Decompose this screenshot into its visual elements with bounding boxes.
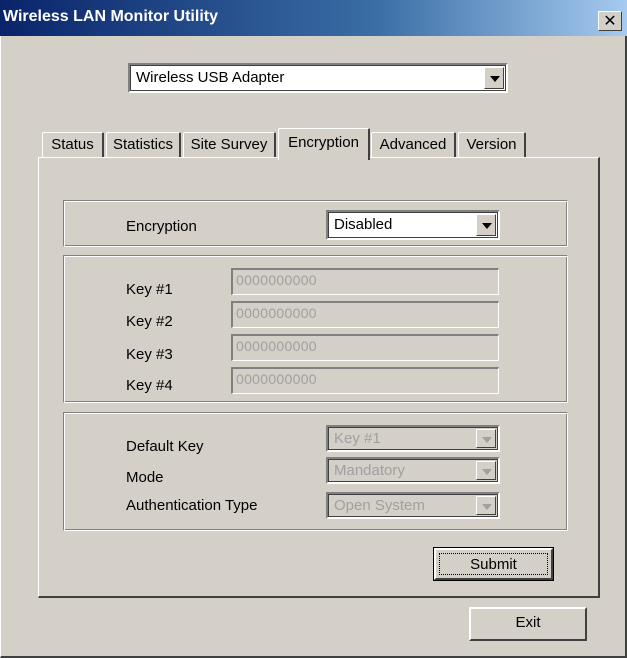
mode-select-value: Mandatory bbox=[334, 462, 405, 479]
submit-button-label: Submit bbox=[439, 553, 548, 575]
encryption-select[interactable]: Disabled bbox=[326, 210, 500, 240]
close-button[interactable]: ✕ bbox=[598, 11, 622, 31]
default-key-select-value: Key #1 bbox=[334, 430, 381, 447]
exit-button[interactable]: Exit bbox=[469, 607, 587, 641]
auth-type-dropdown-button[interactable] bbox=[476, 496, 496, 515]
submit-button[interactable]: Submit bbox=[433, 547, 554, 581]
key-1-label: Key #1 bbox=[126, 281, 173, 298]
auth-type-label: Authentication Type bbox=[126, 497, 258, 514]
mode-select[interactable]: Mandatory bbox=[326, 457, 500, 484]
tab-site-survey[interactable]: Site Survey bbox=[183, 132, 276, 158]
key-2-label: Key #2 bbox=[126, 313, 173, 330]
tab-status[interactable]: Status bbox=[42, 132, 104, 158]
key-2-input[interactable]: 0000000000 bbox=[231, 301, 499, 328]
key-3-label: Key #3 bbox=[126, 346, 173, 363]
default-key-dropdown-button[interactable] bbox=[476, 429, 496, 448]
close-icon: ✕ bbox=[603, 11, 617, 30]
key-4-input[interactable]: 0000000000 bbox=[231, 367, 499, 394]
chevron-down-icon bbox=[482, 223, 492, 229]
default-key-select[interactable]: Key #1 bbox=[326, 425, 500, 452]
window-title: Wireless LAN Monitor Utility bbox=[3, 8, 218, 25]
chevron-down-icon bbox=[490, 76, 500, 82]
encryption-select-value: Disabled bbox=[334, 216, 393, 233]
mode-label: Mode bbox=[126, 469, 164, 486]
adapter-select-value: Wireless USB Adapter bbox=[136, 69, 285, 86]
tab-version[interactable]: Version bbox=[458, 132, 526, 158]
key-1-input[interactable]: 0000000000 bbox=[231, 268, 499, 295]
auth-type-select-value: Open System bbox=[334, 497, 425, 514]
tab-advanced[interactable]: Advanced bbox=[371, 132, 456, 158]
adapter-select-dropdown-button[interactable] bbox=[484, 67, 504, 89]
mode-dropdown-button[interactable] bbox=[476, 461, 496, 480]
tab-encryption[interactable]: Encryption bbox=[278, 128, 370, 160]
tab-statistics[interactable]: Statistics bbox=[106, 132, 181, 158]
key-4-label: Key #4 bbox=[126, 377, 173, 394]
encryption-label: Encryption bbox=[126, 218, 197, 235]
chevron-down-icon bbox=[482, 504, 492, 510]
chevron-down-icon bbox=[482, 469, 492, 475]
key-3-input[interactable]: 0000000000 bbox=[231, 334, 499, 361]
adapter-select[interactable]: Wireless USB Adapter bbox=[128, 63, 508, 93]
default-key-label: Default Key bbox=[126, 438, 204, 455]
auth-type-select[interactable]: Open System bbox=[326, 492, 500, 519]
encryption-dropdown-button[interactable] bbox=[476, 214, 496, 236]
chevron-down-icon bbox=[482, 437, 492, 443]
